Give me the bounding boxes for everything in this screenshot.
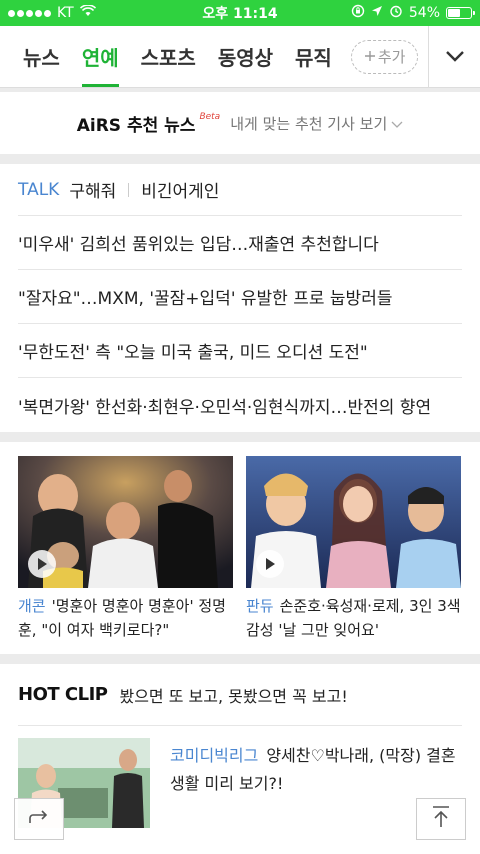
airs-title: AiRS 추천 뉴스 <box>76 115 196 136</box>
video-card[interactable]: 개콘 '명훈아 명훈아 명훈아' 정명훈, "이 여자 백키로다?" <box>18 456 233 642</box>
talk-section: TALK 구해줘 비긴어게인 '미우새' 김희선 품위있는 입담…재출연 추천합… <box>0 164 480 432</box>
talk-header: TALK 구해줘 비긴어게인 <box>18 164 462 216</box>
beta-badge: Beta <box>199 112 221 122</box>
chevron-down-icon <box>445 47 465 66</box>
airs-recommend-banner[interactable]: AiRS 추천 뉴스 Beta 내게 맞는 추천 기사 보기 <box>0 92 480 154</box>
video-section: 개콘 '명훈아 명훈아 명훈아' 정명훈, "이 여자 백키로다?" 판듀 손준… <box>0 442 480 654</box>
signal-strength-icon <box>8 9 51 17</box>
talk-keyword[interactable]: 비긴어게인 <box>141 177 219 202</box>
location-icon <box>371 5 383 21</box>
share-button[interactable] <box>14 798 64 840</box>
wifi-icon <box>79 4 96 21</box>
tab-music[interactable]: 뮤직 <box>295 26 332 87</box>
hot-clip-section: HOT CLIP 봤으면 또 보고, 못봤으면 꼭 보고! 코미디빅리그 양세찬♡… <box>0 664 480 854</box>
headline-link[interactable]: '무한도전' 측 "오늘 미국 출국, 미드 오디션 도전" <box>18 324 462 378</box>
play-icon <box>28 550 56 578</box>
hot-clip-item[interactable]: 코미디빅리그 양세찬♡박나래, (막장) 결혼생활 미리 보기?! <box>18 726 462 828</box>
plus-icon <box>364 48 376 66</box>
status-bar: KT 오후 11:14 54% <box>0 0 480 26</box>
headline-link[interactable]: "잘자요"…MXM, '꿀잠+입덕' 유발한 프로 눕방러들 <box>18 270 462 324</box>
headline-link[interactable]: '복면가왕' 한선화·최현우·오민석·임현식까지…반전의 향연 <box>18 378 462 432</box>
chevron-down-icon <box>391 114 403 133</box>
play-icon <box>256 550 284 578</box>
airs-subtitle: 내게 맞는 추천 기사 보기 <box>230 114 388 133</box>
add-tab-button[interactable]: 추가 <box>350 39 419 74</box>
scroll-to-top-button[interactable] <box>416 798 466 840</box>
hot-clip-header: HOT CLIP 봤으면 또 보고, 못봤으면 꼭 보고! <box>18 664 462 726</box>
clip-category: 코미디빅리그 <box>170 746 259 765</box>
add-tab-label: 추가 <box>377 48 406 66</box>
share-arrow-icon <box>27 807 51 831</box>
video-category: 판듀 <box>246 597 274 615</box>
battery-percent: 54% <box>408 5 440 21</box>
category-tab-bar: 뉴스 연예 스포츠 동영상 뮤직 추가 <box>0 26 480 88</box>
arrow-up-icon <box>430 805 452 833</box>
expand-tabs-button[interactable] <box>428 26 480 87</box>
video-title: '명훈아 명훈아 명훈아' 정명훈, "이 여자 백키로다?" <box>18 597 226 639</box>
video-card[interactable]: 판듀 손준호·육성재·로제, 3인 3색 감성 '날 그만 잊어요' <box>246 456 461 642</box>
tab-entertainment[interactable]: 연예 <box>81 26 119 87</box>
rotation-lock-icon <box>351 4 365 22</box>
tab-sports[interactable]: 스포츠 <box>141 26 196 87</box>
video-category: 개콘 <box>18 597 46 615</box>
tab-video[interactable]: 동영상 <box>218 26 273 87</box>
talk-label: TALK <box>18 179 60 200</box>
hot-clip-title: HOT CLIP <box>18 684 108 705</box>
alarm-icon <box>389 4 403 22</box>
carrier-name: KT <box>57 5 74 21</box>
divider <box>128 182 130 197</box>
hot-clip-subtitle: 봤으면 또 보고, 못봤으면 꼭 보고! <box>119 686 348 706</box>
headline-link[interactable]: '미우새' 김희선 품위있는 입담…재출연 추천합니다 <box>18 216 462 270</box>
video-thumbnail[interactable] <box>18 456 233 588</box>
battery-icon <box>446 7 475 19</box>
talk-keyword[interactable]: 구해줘 <box>69 177 116 202</box>
video-thumbnail[interactable] <box>246 456 461 588</box>
tab-news[interactable]: 뉴스 <box>23 26 60 87</box>
video-title: 손준호·육성재·로제, 3인 3색 감성 '날 그만 잊어요' <box>246 597 461 639</box>
